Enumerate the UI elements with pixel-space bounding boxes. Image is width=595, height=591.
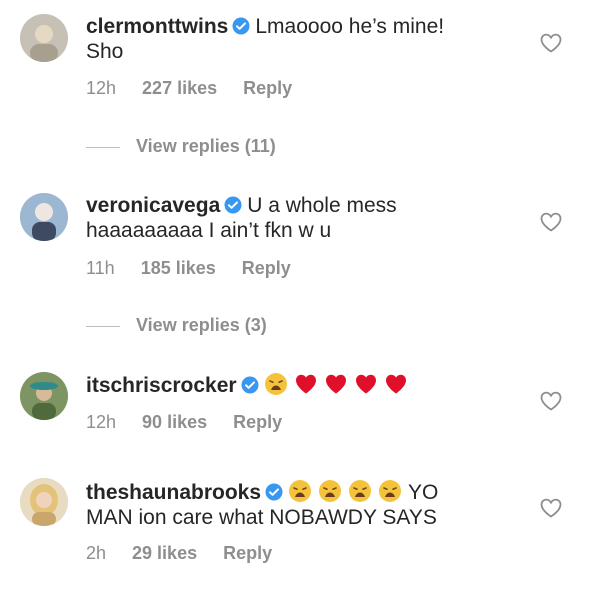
comment-text: itschriscrocker bbox=[86, 372, 506, 398]
username[interactable]: itschriscrocker bbox=[86, 374, 237, 397]
reply-button[interactable]: Reply bbox=[233, 412, 282, 432]
verified-badge-icon bbox=[265, 483, 283, 501]
comment-meta: 2h 29 likes Reply bbox=[86, 543, 298, 563]
view-replies-label: View replies (11) bbox=[136, 136, 276, 156]
likes-count[interactable]: 90 likes bbox=[142, 412, 207, 432]
comment-meta: 12h 227 likes Reply bbox=[86, 78, 318, 98]
view-replies-button[interactable]: View replies (11) bbox=[86, 136, 276, 156]
comment-body: U a whole mess bbox=[247, 194, 397, 217]
avatar[interactable] bbox=[20, 14, 68, 62]
red-heart-icon bbox=[354, 372, 378, 396]
avatar[interactable] bbox=[20, 193, 68, 241]
weary-face-icon bbox=[318, 479, 342, 503]
comment-body: Lmaoooo he’s mine! bbox=[255, 15, 445, 38]
comment-text: clermonttwins Lmaoooo he’s mine! Sho bbox=[86, 14, 506, 64]
reply-button[interactable]: Reply bbox=[242, 258, 291, 278]
comment-meta: 12h 90 likes Reply bbox=[86, 412, 308, 432]
weary-face-icon bbox=[348, 479, 372, 503]
comment-body: YO bbox=[408, 481, 439, 504]
weary-face-icon bbox=[264, 372, 288, 396]
like-heart-icon[interactable] bbox=[540, 33, 562, 53]
likes-count[interactable]: 29 likes bbox=[132, 543, 197, 563]
red-heart-icon bbox=[384, 372, 408, 396]
comment-body-line2: MAN ion care what NOBAWDY SAYS bbox=[86, 506, 437, 529]
avatar[interactable] bbox=[20, 478, 68, 526]
red-heart-icon bbox=[294, 372, 318, 396]
reply-button[interactable]: Reply bbox=[223, 543, 272, 563]
comment-text: veronicavega U a whole mess haaaaaaaaa I … bbox=[86, 193, 506, 243]
comment-time: 11h bbox=[86, 258, 115, 278]
comment-time: 12h bbox=[86, 78, 117, 98]
like-heart-icon[interactable] bbox=[540, 498, 562, 518]
divider-line bbox=[86, 325, 120, 327]
likes-count[interactable]: 227 likes bbox=[142, 78, 217, 98]
username[interactable]: veronicavega bbox=[86, 194, 220, 217]
verified-badge-icon bbox=[232, 17, 250, 35]
view-replies-label: View replies (3) bbox=[136, 315, 267, 335]
comment-time: 12h bbox=[86, 412, 117, 432]
comment-meta: 11h 185 likes Reply bbox=[86, 258, 317, 278]
username[interactable]: theshaunabrooks bbox=[86, 481, 261, 504]
verified-badge-icon bbox=[241, 376, 259, 394]
comment-text: theshaunabrooks YO MAN ion care what NOBA… bbox=[86, 479, 506, 530]
red-heart-icon bbox=[324, 372, 348, 396]
weary-face-icon bbox=[288, 479, 312, 503]
comment-time: 2h bbox=[86, 543, 107, 563]
weary-face-icon bbox=[378, 479, 402, 503]
likes-count[interactable]: 185 likes bbox=[141, 258, 216, 278]
comment-body-line2: Sho bbox=[86, 40, 124, 63]
like-heart-icon[interactable] bbox=[540, 212, 562, 232]
verified-badge-icon bbox=[224, 196, 242, 214]
username[interactable]: clermonttwins bbox=[86, 15, 228, 38]
avatar[interactable] bbox=[20, 372, 68, 420]
reply-button[interactable]: Reply bbox=[243, 78, 292, 98]
view-replies-button[interactable]: View replies (3) bbox=[86, 315, 267, 335]
like-heart-icon[interactable] bbox=[540, 391, 562, 411]
divider-line bbox=[86, 146, 120, 148]
comment-body-line2: haaaaaaaaa I ain’t fkn w u bbox=[86, 219, 332, 242]
